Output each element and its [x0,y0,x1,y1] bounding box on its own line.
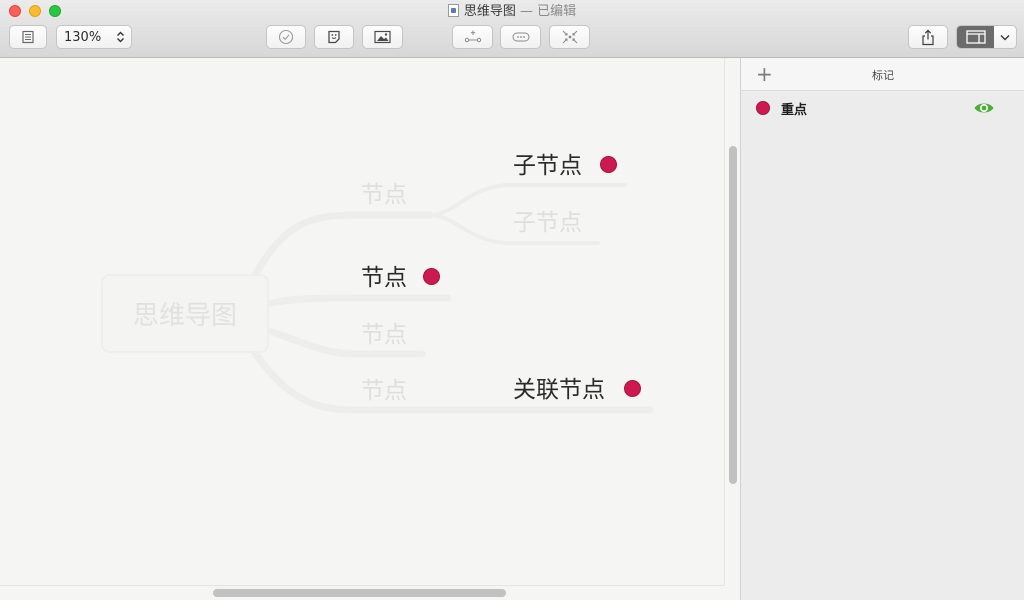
sidebar-panel-toggle[interactable] [957,26,994,48]
node-branch-4[interactable]: 节点 [361,376,407,406]
chevron-up-down-icon [117,31,124,43]
add-child-node-icon [464,30,481,43]
root-node-label: 思维导图 [132,301,237,331]
node-label: 节点 [361,322,407,348]
node-label: 关联节点 [513,377,605,403]
chevron-down-icon [1000,34,1010,40]
priority-marker-icon[interactable] [624,380,641,397]
horizontal-scrollbar[interactable] [213,589,506,597]
marker-row[interactable]: 重点 [741,93,1024,123]
marker-label: 重点 [781,103,808,118]
outline-icon [22,30,34,44]
canvas-divider [0,585,725,586]
markers-panel-title: 标记 [872,69,894,82]
node-label: 节点 [361,182,407,208]
edit-status: — 已编辑 [520,4,577,19]
zoom-select[interactable]: 130% [56,25,132,49]
priority-marker-icon [756,101,770,115]
vertical-scrollbar[interactable] [729,146,737,484]
summary-button[interactable] [500,25,541,49]
root-node[interactable]: 思维导图 [101,274,269,353]
image-icon [374,30,391,44]
share-button[interactable] [908,25,948,49]
eye-icon[interactable] [973,100,995,116]
title-bar: 思维导图 — 已编辑 130% [0,0,1024,58]
document-name: 思维导图 [463,4,516,19]
window-title: 思维导图 — 已编辑 [0,3,1024,21]
summary-icon [512,32,529,42]
markers-panel-header: + 标记 [741,58,1024,91]
sidebar-panel-icon [965,30,986,44]
task-button[interactable] [266,25,306,49]
share-icon [922,29,934,45]
node-label: 子节点 [513,210,582,236]
sticker-icon [328,30,340,44]
markers-panel: + 标记 重点 [740,58,1024,600]
sidebar-toggle-button[interactable] [9,25,47,49]
sticker-button[interactable] [314,25,354,49]
node-label: 节点 [361,378,407,404]
document-icon [447,4,459,17]
node-branch-2-marked[interactable]: 节点 [361,263,407,293]
mindmap-canvas[interactable]: 思维导图 节点 子节点 子节点 节点 节点 节点 关联节点 [0,58,740,600]
priority-marker-icon[interactable] [423,268,440,285]
view-options-dropdown[interactable] [994,26,1016,48]
view-toggle-button[interactable] [956,25,1017,49]
node-label: 节点 [361,265,407,291]
node-branch-1[interactable]: 节点 [361,180,407,210]
node-label: 子节点 [513,153,582,179]
node-branch-3[interactable]: 节点 [361,320,407,350]
node-child-marked[interactable]: 子节点 [513,151,582,181]
canvas-divider [724,58,725,586]
focus-button[interactable] [549,25,590,49]
add-child-node-button[interactable] [452,25,493,49]
node-child[interactable]: 子节点 [513,208,582,238]
focus-icon [562,30,577,44]
checkmark-circle-icon [278,29,294,45]
image-button[interactable] [362,25,403,49]
priority-marker-icon[interactable] [600,156,617,173]
node-related-marked[interactable]: 关联节点 [513,375,605,405]
zoom-value: 130% [64,29,102,45]
